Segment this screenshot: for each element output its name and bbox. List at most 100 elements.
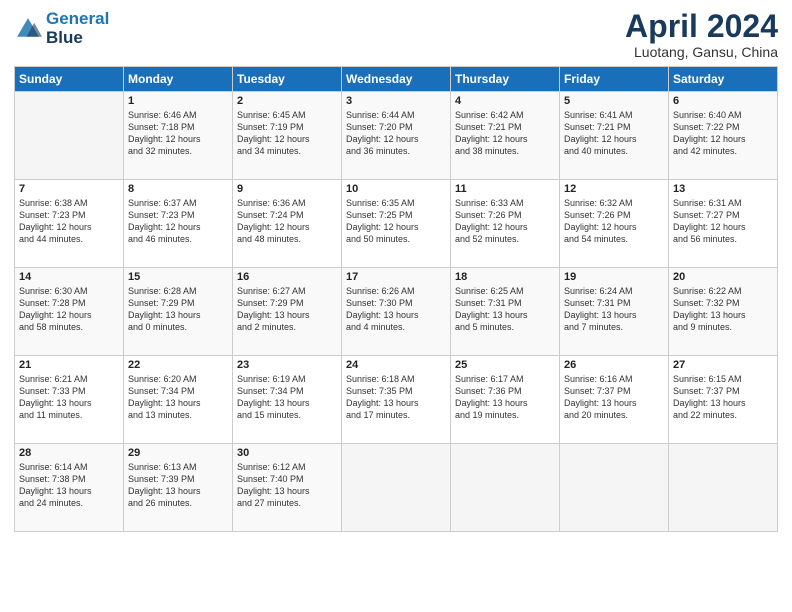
- sunset-text: Sunset: 7:40 PM: [237, 473, 337, 485]
- day-number: 24: [346, 359, 446, 371]
- week-row-4: 21Sunrise: 6:21 AMSunset: 7:33 PMDayligh…: [15, 356, 778, 444]
- sunrise-text: Sunrise: 6:33 AM: [455, 197, 555, 209]
- week-row-2: 7 Sunrise: 6:38 AMSunset: 7:23 PMDaylight…: [15, 180, 778, 268]
- day-number: 4: [455, 95, 555, 107]
- daylight-minutes-label: and 40 minutes.: [564, 145, 664, 157]
- calendar-cell-w2-d3: 9Sunrise: 6:36 AMSunset: 7:24 PMDaylight…: [233, 180, 342, 268]
- calendar-cell-w1-d7: 6Sunrise: 6:40 AMSunset: 7:22 PMDaylight…: [669, 92, 778, 180]
- sunrise-text: Sunrise: 6:26 AM: [346, 285, 446, 297]
- sunrise-text: Sunrise: 6:18 AM: [346, 373, 446, 385]
- sunset-text: Sunset: 7:27 PM: [673, 209, 773, 221]
- daylight-hours-label: Daylight: 13 hours: [673, 309, 773, 321]
- daylight-hours-label: Daylight: 12 hours: [346, 221, 446, 233]
- daylight-hours-label: Daylight: 12 hours: [128, 133, 228, 145]
- daylight-minutes-label: and 7 minutes.: [564, 321, 664, 333]
- day-number: 15: [128, 271, 228, 283]
- day-number: 27: [673, 359, 773, 371]
- daylight-minutes-label: and 5 minutes.: [455, 321, 555, 333]
- calendar-cell-w3-d7: 20Sunrise: 6:22 AMSunset: 7:32 PMDayligh…: [669, 268, 778, 356]
- day-number: 7: [19, 183, 119, 195]
- sunrise-text: Sunrise: 6:36 AM: [237, 197, 337, 209]
- daylight-hours-label: Daylight: 13 hours: [19, 397, 119, 409]
- daylight-minutes-label: and 0 minutes.: [128, 321, 228, 333]
- sunrise-text: Sunrise: 6:44 AM: [346, 109, 446, 121]
- daylight-hours-label: Daylight: 13 hours: [564, 397, 664, 409]
- day-number: 17: [346, 271, 446, 283]
- day-number: 5: [564, 95, 664, 107]
- sunset-text: Sunset: 7:33 PM: [19, 385, 119, 397]
- sunset-text: Sunset: 7:35 PM: [346, 385, 446, 397]
- sunrise-text: Sunrise: 6:22 AM: [673, 285, 773, 297]
- day-info: Sunrise: 6:19 AMSunset: 7:34 PMDaylight:…: [237, 373, 337, 422]
- daylight-minutes-label: and 2 minutes.: [237, 321, 337, 333]
- calendar-cell-w5-d7: [669, 444, 778, 532]
- sunset-text: Sunset: 7:37 PM: [673, 385, 773, 397]
- sunrise-text: Sunrise: 6:30 AM: [19, 285, 119, 297]
- daylight-minutes-label: and 13 minutes.: [128, 409, 228, 421]
- daylight-minutes-label: and 27 minutes.: [237, 497, 337, 509]
- daylight-minutes-label: and 52 minutes.: [455, 233, 555, 245]
- header-thursday: Thursday: [451, 67, 560, 92]
- sunset-text: Sunset: 7:32 PM: [673, 297, 773, 309]
- calendar-cell-w5-d2: 29Sunrise: 6:13 AMSunset: 7:39 PMDayligh…: [124, 444, 233, 532]
- day-number: 26: [564, 359, 664, 371]
- sunset-text: Sunset: 7:23 PM: [128, 209, 228, 221]
- logo-general: General: [46, 9, 109, 28]
- daylight-hours-label: Daylight: 12 hours: [564, 221, 664, 233]
- daylight-minutes-label: and 36 minutes.: [346, 145, 446, 157]
- day-info: Sunrise: 6:30 AMSunset: 7:28 PMDaylight:…: [19, 285, 119, 334]
- day-number: 25: [455, 359, 555, 371]
- sunrise-text: Sunrise: 6:45 AM: [237, 109, 337, 121]
- daylight-minutes-label: and 58 minutes.: [19, 321, 119, 333]
- sunset-text: Sunset: 7:25 PM: [346, 209, 446, 221]
- calendar-cell-w1-d1: [15, 92, 124, 180]
- day-info: Sunrise: 6:38 AMSunset: 7:23 PMDaylight:…: [19, 197, 119, 246]
- sunrise-text: Sunrise: 6:19 AM: [237, 373, 337, 385]
- sunrise-text: Sunrise: 6:31 AM: [673, 197, 773, 209]
- calendar-cell-w1-d4: 3Sunrise: 6:44 AMSunset: 7:20 PMDaylight…: [342, 92, 451, 180]
- daylight-minutes-label: and 54 minutes.: [564, 233, 664, 245]
- week-row-5: 28 Sunrise: 6:14 AMSunset: 7:38 PMDayligh…: [15, 444, 778, 532]
- calendar-cell-w3-d2: 15Sunrise: 6:28 AMSunset: 7:29 PMDayligh…: [124, 268, 233, 356]
- sunrise-text: Sunrise: 6:15 AM: [673, 373, 773, 385]
- daylight-hours-label: Daylight: 13 hours: [128, 485, 228, 497]
- day-number: 8: [128, 183, 228, 195]
- day-number: 22: [128, 359, 228, 371]
- sunset-text: Sunset: 7:22 PM: [673, 121, 773, 133]
- day-info: Sunrise: 6:14 AMSunset: 7:38 PMDaylight:…: [19, 461, 119, 510]
- day-number: 14: [19, 271, 119, 283]
- header-friday: Friday: [560, 67, 669, 92]
- calendar-cell-w2-d7: 13Sunrise: 6:31 AMSunset: 7:27 PMDayligh…: [669, 180, 778, 268]
- day-info: Sunrise: 6:36 AMSunset: 7:24 PMDaylight:…: [237, 197, 337, 246]
- daylight-hours-label: Daylight: 13 hours: [128, 397, 228, 409]
- header-saturday: Saturday: [669, 67, 778, 92]
- day-number: 10: [346, 183, 446, 195]
- calendar-cell-w3-d6: 19Sunrise: 6:24 AMSunset: 7:31 PMDayligh…: [560, 268, 669, 356]
- sunset-text: Sunset: 7:38 PM: [19, 473, 119, 485]
- daylight-minutes-label: and 50 minutes.: [346, 233, 446, 245]
- calendar-cell-w4-d5: 25Sunrise: 6:17 AMSunset: 7:36 PMDayligh…: [451, 356, 560, 444]
- day-info: Sunrise: 6:44 AMSunset: 7:20 PMDaylight:…: [346, 109, 446, 158]
- calendar-cell-w4-d6: 26Sunrise: 6:16 AMSunset: 7:37 PMDayligh…: [560, 356, 669, 444]
- sunset-text: Sunset: 7:37 PM: [564, 385, 664, 397]
- daylight-hours-label: Daylight: 12 hours: [19, 309, 119, 321]
- day-info: Sunrise: 6:26 AMSunset: 7:30 PMDaylight:…: [346, 285, 446, 334]
- day-number: 2: [237, 95, 337, 107]
- day-number: 28: [19, 447, 119, 459]
- daylight-minutes-label: and 20 minutes.: [564, 409, 664, 421]
- sunrise-text: Sunrise: 6:12 AM: [237, 461, 337, 473]
- calendar-header-row: Sunday Monday Tuesday Wednesday Thursday…: [15, 67, 778, 92]
- daylight-minutes-label: and 9 minutes.: [673, 321, 773, 333]
- daylight-minutes-label: and 4 minutes.: [346, 321, 446, 333]
- calendar-cell-w3-d5: 18Sunrise: 6:25 AMSunset: 7:31 PMDayligh…: [451, 268, 560, 356]
- calendar-cell-w2-d4: 10Sunrise: 6:35 AMSunset: 7:25 PMDayligh…: [342, 180, 451, 268]
- sunset-text: Sunset: 7:31 PM: [455, 297, 555, 309]
- calendar-cell-w4-d7: 27Sunrise: 6:15 AMSunset: 7:37 PMDayligh…: [669, 356, 778, 444]
- sunrise-text: Sunrise: 6:27 AM: [237, 285, 337, 297]
- daylight-minutes-label: and 34 minutes.: [237, 145, 337, 157]
- month-title: April 2024: [625, 10, 778, 42]
- sunset-text: Sunset: 7:21 PM: [455, 121, 555, 133]
- logo: General Blue: [14, 10, 109, 47]
- sunset-text: Sunset: 7:29 PM: [237, 297, 337, 309]
- logo-text: General Blue: [46, 10, 109, 47]
